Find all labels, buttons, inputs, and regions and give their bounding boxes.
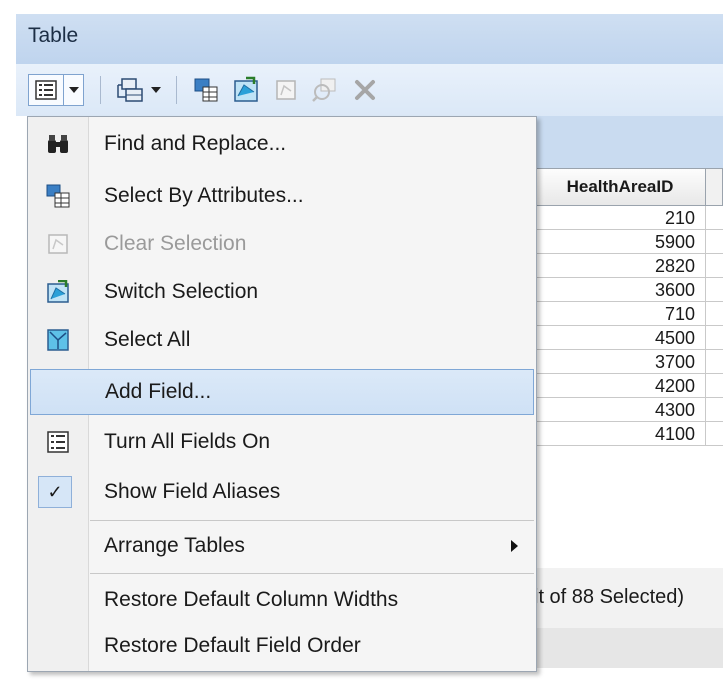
table-cell[interactable] [706,302,723,326]
select-all-icon [47,329,69,351]
toolbar-separator [176,76,177,104]
menu-item-find-and-replace[interactable]: Find and Replace... [30,121,534,167]
table-cell[interactable]: 4300 [534,398,706,422]
select-by-attributes-icon [46,184,70,208]
table-cell[interactable]: 210 [534,206,706,230]
table-cell[interactable] [706,206,723,230]
menu-item-label: Select By Attributes... [104,184,304,207]
menu-item-select-all[interactable]: Select All [30,317,534,363]
related-tables-icon [117,78,143,102]
binoculars-icon [48,135,68,153]
menu-item-label: Select All [104,328,191,351]
delete-selected-button[interactable] [348,74,382,106]
table-cell[interactable]: 3600 [534,278,706,302]
selection-count-text: it of 88 Selected) [534,586,685,608]
table-options-dropdown[interactable] [64,74,84,106]
table-cell[interactable] [706,230,723,254]
switch-selection-icon [234,76,258,102]
menu-item-label: Show Field Aliases [104,480,281,503]
menu-item-select-by-attributes[interactable]: Select By Attributes... [30,173,534,219]
menu-item-turn-all-fields-on[interactable]: Turn All Fields On [30,419,534,465]
column-header-next[interactable] [706,168,723,206]
table-cell[interactable] [706,278,723,302]
table-window: Table HealthAreaID 210 5900 2820 3600 71… [0,0,723,682]
table-cell[interactable]: 3700 [534,350,706,374]
table-cell[interactable] [706,398,723,422]
submenu-arrow-icon [511,540,518,552]
table-cell[interactable] [706,254,723,278]
table-cell[interactable]: 710 [534,302,706,326]
select-by-attributes-button[interactable] [188,74,224,106]
table-cell[interactable] [706,326,723,350]
select-by-attributes-icon [194,78,218,102]
menu-item-restore-default-column-widths[interactable]: Restore Default Column Widths [30,577,534,623]
table-tabs-bar [534,628,723,668]
related-tables-dropdown[interactable] [148,74,164,106]
toolbar-separator [100,76,101,104]
menu-item-label: Turn All Fields On [104,430,271,453]
table-cell[interactable]: 2820 [534,254,706,278]
table-cell[interactable]: 4500 [534,326,706,350]
table-cell[interactable] [706,350,723,374]
column-header-healthareaid[interactable]: HealthAreaID [534,168,706,206]
checkmark-icon: ✓ [38,476,72,508]
related-tables-button[interactable] [112,74,148,106]
clear-selection-icon [48,234,68,254]
zoom-to-selected-icon [312,78,336,102]
switch-selection-icon [47,280,69,303]
table-toolbar [16,64,723,116]
zoom-to-selected-button[interactable] [308,74,342,106]
menu-separator [90,520,534,521]
switch-selection-button[interactable] [228,74,264,106]
fields-list-icon [47,431,69,453]
dropdown-arrow-icon [151,87,161,93]
dropdown-arrow-icon [68,87,79,93]
table-cell[interactable]: 4100 [534,422,706,446]
menu-item-label: Clear Selection [104,232,247,255]
title-bar: Table [16,14,723,64]
table-cell[interactable]: 5900 [534,230,706,254]
menu-item-switch-selection[interactable]: Switch Selection [30,269,534,315]
close-icon [355,80,375,100]
table-cell[interactable] [706,422,723,446]
menu-item-show-field-aliases[interactable]: ✓ Show Field Aliases [30,469,534,515]
menu-item-label: Restore Default Field Order [104,634,361,657]
menu-item-arrange-tables[interactable]: Arrange Tables [30,523,534,569]
table-cell[interactable] [706,374,723,398]
window-title: Table [28,24,79,47]
table-tab-strip [534,116,723,168]
menu-item-label: Find and Replace... [104,132,287,155]
table-options-menu: Find and Replace... Select By Attributes… [27,116,537,672]
menu-item-label: Switch Selection [104,280,259,303]
menu-item-label: Arrange Tables [104,534,245,557]
clear-selection-button[interactable] [270,74,302,106]
menu-item-label: Add Field... [105,380,212,403]
table-options-icon [35,80,57,100]
menu-item-add-field[interactable]: Add Field... [30,369,534,415]
table-cell[interactable]: 4200 [534,374,706,398]
menu-item-restore-default-field-order[interactable]: Restore Default Field Order [30,623,534,669]
menu-separator [90,573,534,574]
table-status-bar: it of 88 Selected) [534,568,723,628]
attribute-table-grid: HealthAreaID 210 5900 2820 3600 710 4500… [534,168,723,568]
menu-item-clear-selection[interactable]: Clear Selection [30,221,534,267]
menu-item-label: Restore Default Column Widths [104,588,399,611]
clear-selection-icon [276,80,296,100]
table-options-button[interactable] [28,74,64,106]
